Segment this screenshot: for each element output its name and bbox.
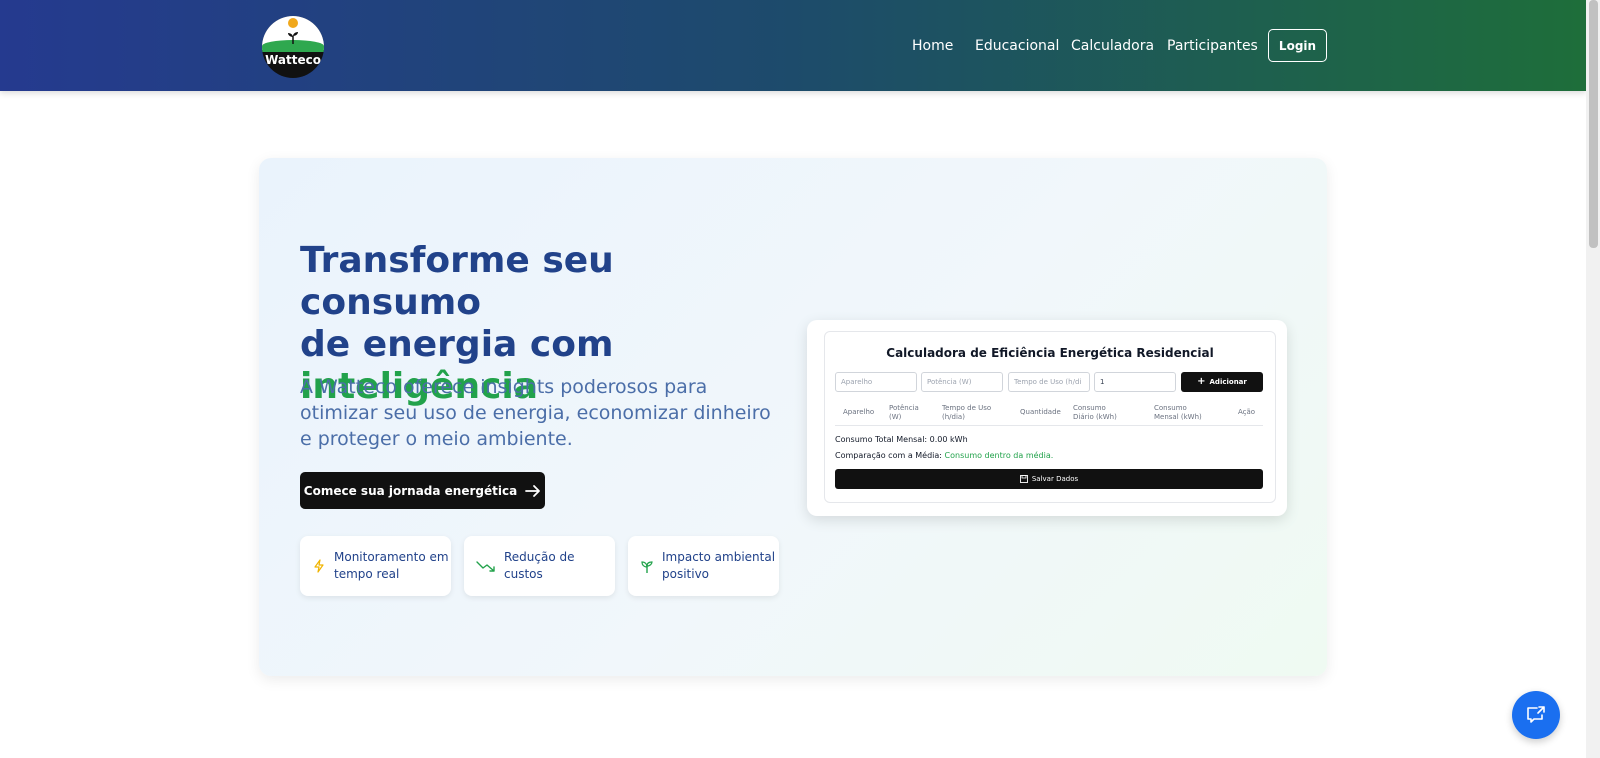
column-header: Aparelho [843,408,875,416]
page: Watteco Home Educacional Calculadora Par… [0,0,1600,758]
sprout-icon [640,559,654,573]
hero-subtitle: A Watteco oferece insights poderosos par… [300,376,771,450]
arrow-right-icon [525,484,541,497]
cta-label: Comece sua jornada energética [303,483,518,498]
column-header: Consumo Diário (kWh) [1073,404,1117,421]
logo-text: Watteco [265,53,321,67]
column-header: Ação [1238,408,1256,416]
column-header: Consumo Mensal (kWh) [1154,404,1202,421]
total-consumption: Consumo Total Mensal: 0.00 kWh [835,435,968,444]
watteco-logo[interactable]: Watteco [262,16,324,78]
nav-educacional[interactable]: Educacional [975,38,1059,54]
save-icon [1019,475,1028,483]
headline-line-1: Transforme seu consumo [300,240,614,323]
headline-line-2: de energia com [300,324,614,365]
nav-participantes[interactable]: Participantes [1167,38,1258,54]
nav-calculadora[interactable]: Calculadora [1071,38,1154,54]
plus-icon: + [1197,376,1206,387]
column-header: Tempo de Uso (h/dia) [942,404,992,421]
column-header: Quantidade [1020,408,1061,416]
add-label: Adicionar [1209,378,1247,386]
chat-button[interactable] [1512,691,1560,739]
feature-card-monitoring: Monitoramento em tempo real [300,536,451,596]
site-header: Watteco Home Educacional Calculadora Par… [0,0,1586,91]
comparison-value: Consumo dentro da média. [944,451,1054,460]
feature-label: Monitoramento em tempo real [334,550,449,581]
feature-card-cost: Redução de custos [464,536,615,596]
feature-card-environment: Impacto ambiental positivo [628,536,779,596]
login-button[interactable]: Login [1268,29,1327,62]
appliance-input[interactable]: Aparelho [835,372,917,392]
trending-down-icon [476,559,496,573]
power-input[interactable]: Potência (W) [921,372,1003,392]
add-appliance-button[interactable]: + Adicionar [1181,372,1263,392]
save-label: Salvar Dados [1031,475,1079,483]
chat-icon [1527,706,1545,723]
feature-label: Redução de custos [504,550,575,581]
quantity-input[interactable]: 1 [1094,372,1176,392]
nav-home[interactable]: Home [912,38,953,54]
start-journey-button[interactable]: Comece sua jornada energética [300,472,545,509]
calculator-title: Calculadora de Eficiência Energética Res… [886,346,1214,360]
sprout-icon [288,32,298,44]
comparison-text: Comparação com a Média: Consumo dentro d… [835,451,1053,460]
scrollbar-thumb[interactable] [1589,0,1598,248]
save-data-button[interactable]: Salvar Dados [835,469,1263,489]
lightning-icon [312,559,326,573]
sun-icon [288,18,298,28]
feature-label: Impacto ambiental positivo [662,550,776,581]
table-divider [835,425,1263,426]
usage-time-input[interactable]: Tempo de Uso (h/di [1008,372,1090,392]
comparison-label: Comparação com a Média: [835,451,942,460]
column-header: Potência (W) [889,404,919,421]
